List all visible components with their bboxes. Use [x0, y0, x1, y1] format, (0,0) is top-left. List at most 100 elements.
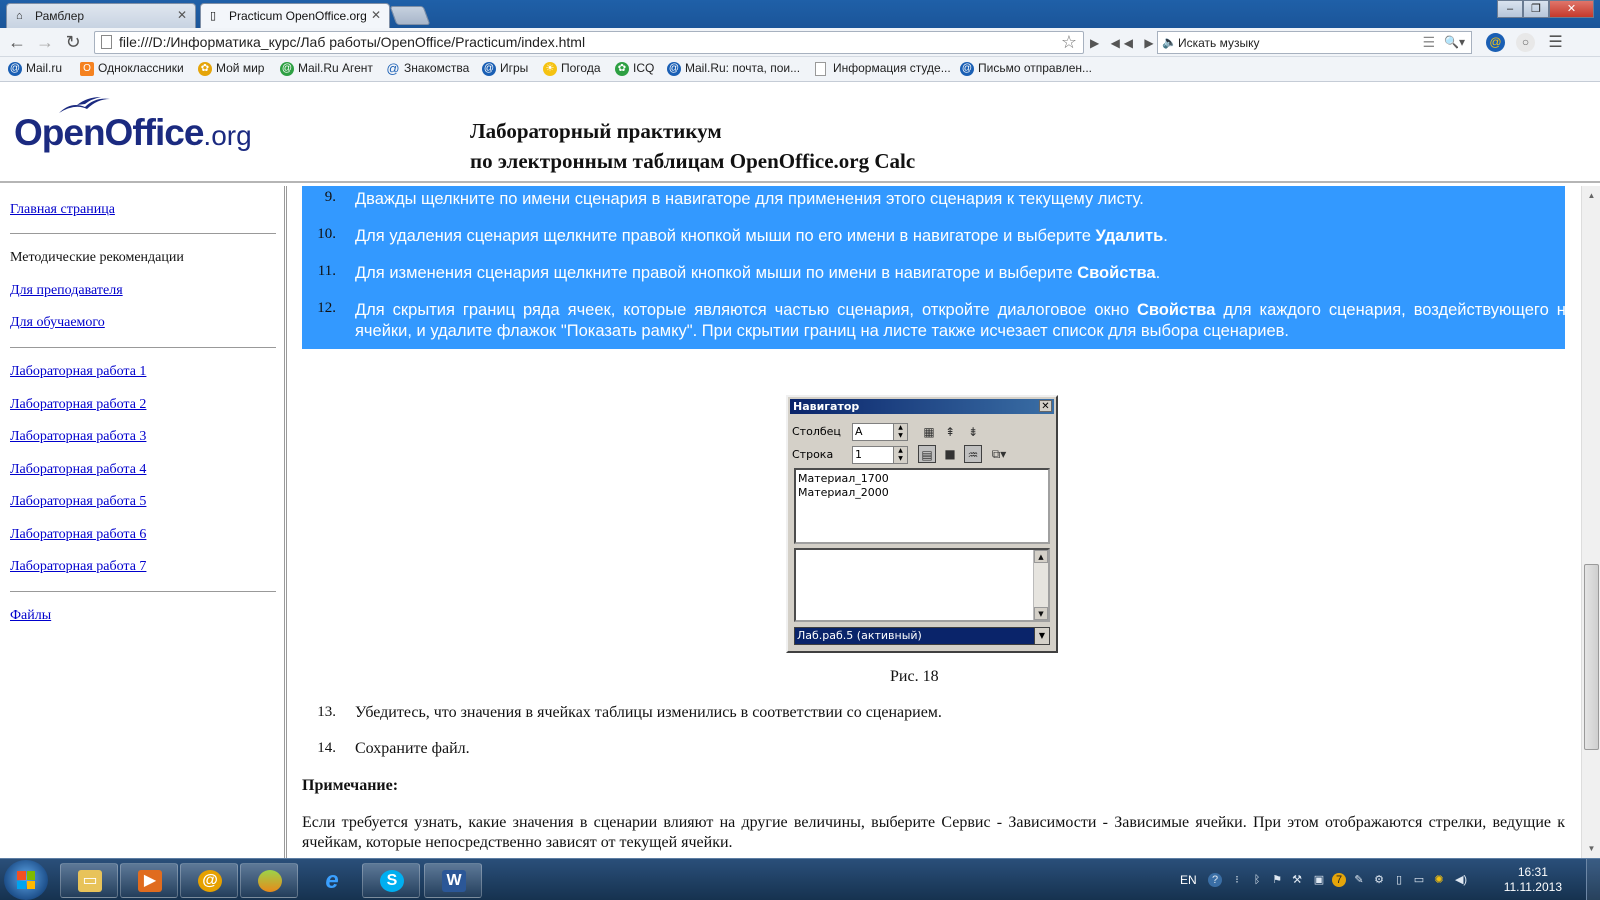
- scroll-down-icon: ▼: [1034, 607, 1048, 620]
- power-icon[interactable]: ✺: [1432, 873, 1446, 887]
- page-header: OpenOffice.org Лабораторный практикум по…: [0, 83, 1600, 183]
- sidebar-heading-methodical: Методические рекомендации: [10, 250, 184, 265]
- item-number: 11.: [317, 263, 336, 279]
- sidebar-item-lab-4[interactable]: Лабораторная работа 4: [10, 462, 146, 478]
- skype-taskbar-button[interactable]: S: [362, 863, 420, 898]
- tab-practicum[interactable]: ▯ Practicum OpenOffice.org ✕: [200, 3, 390, 28]
- row-value: 1: [855, 448, 862, 461]
- bookmark-informatsiya[interactable]: Информация студе...: [815, 61, 951, 76]
- bookmark-odnoklassniki[interactable]: О Одноклассники: [80, 61, 184, 76]
- close-icon: ✕: [1039, 400, 1052, 412]
- search-icon[interactable]: 🔍▾: [1444, 35, 1465, 49]
- explorer-taskbar-button[interactable]: ▭: [60, 863, 118, 898]
- new-tab-button[interactable]: [389, 6, 431, 25]
- games-icon: @: [482, 62, 496, 76]
- sidebar-item-student[interactable]: Для обучаемого: [10, 315, 105, 331]
- scroll-up-icon[interactable]: ▲: [1584, 188, 1599, 203]
- item-text-part: .: [1163, 227, 1168, 245]
- start-icon: ⇞: [944, 425, 956, 439]
- bookmark-pismo[interactable]: @ Письмо отправлен...: [960, 61, 1092, 76]
- end-icon: ⇟: [967, 425, 979, 439]
- bookmark-mailru[interactable]: @ Mail.ru: [8, 61, 62, 76]
- bookmark-pogoda[interactable]: ☀ Погода: [543, 61, 601, 76]
- mail-agent-taskbar-button[interactable]: @: [180, 863, 238, 898]
- sidebar-item-lab-2[interactable]: Лабораторная работа 2: [10, 397, 146, 413]
- chrome-taskbar-button[interactable]: [240, 863, 298, 898]
- bookmark-mailru-pochta[interactable]: @ Mail.Ru: почта, пои...: [667, 61, 800, 76]
- bluetooth-icon[interactable]: ᛒ: [1250, 873, 1264, 887]
- sidebar-item-teacher[interactable]: Для преподавателя: [10, 283, 123, 299]
- window-controls: – ❐ ✕: [1497, 0, 1594, 18]
- extension-icon[interactable]: ○: [1516, 33, 1535, 52]
- column-spinbox: A ▲ ▼: [852, 423, 908, 441]
- item-text-part: Для удаления сценария щелкните правой кн…: [355, 227, 1096, 245]
- at-icon: @: [386, 61, 400, 76]
- close-window-button[interactable]: ✕: [1549, 0, 1594, 18]
- scroll-down-icon[interactable]: ▼: [1584, 841, 1599, 856]
- speaker-icon: 🔈: [1162, 35, 1177, 49]
- scrollbar-thumb[interactable]: [1584, 564, 1599, 750]
- display-icon[interactable]: ▭: [1412, 873, 1426, 887]
- at-icon: @: [198, 870, 222, 892]
- show-desktop-button[interactable]: [1586, 859, 1600, 900]
- bookmark-label: ICQ: [633, 61, 655, 75]
- scenario-item: Материал_2000: [798, 486, 889, 499]
- bookmark-label: Игры: [500, 61, 529, 75]
- pen-icon[interactable]: ✎: [1352, 873, 1366, 887]
- tab-rambler[interactable]: ⌂ Рамблер ✕: [6, 3, 196, 28]
- item-text: Для изменения сценария щелкните правой к…: [355, 263, 1575, 284]
- item-text-part: Для скрытия границ ряда ячеек, которые я…: [355, 301, 1137, 319]
- update-icon[interactable]: 7: [1332, 873, 1346, 887]
- close-tab-icon[interactable]: ✕: [371, 8, 381, 22]
- tray-dots-icon[interactable]: ⁝: [1230, 873, 1244, 887]
- mail-agent-icon[interactable]: @: [1486, 33, 1505, 52]
- wrench-icon[interactable]: ☰: [1546, 33, 1565, 52]
- clock-time: 16:31: [1517, 865, 1548, 879]
- volume-icon[interactable]: ◀): [1454, 873, 1468, 887]
- language-indicator[interactable]: EN: [1180, 873, 1197, 887]
- sidebar-item-home[interactable]: Главная страница: [10, 202, 115, 218]
- forward-arrow-icon[interactable]: →: [34, 32, 56, 54]
- monitor-icon[interactable]: ▣: [1312, 873, 1326, 887]
- bookmark-igry[interactable]: @ Игры: [482, 61, 529, 76]
- back-arrow-icon[interactable]: ←: [6, 32, 28, 54]
- bookmark-mailru-agent[interactable]: @ Mail.Ru Агент: [280, 61, 373, 76]
- item-text-part: Для изменения сценария щелкните правой к…: [355, 264, 1078, 282]
- sidebar-item-lab-1[interactable]: Лабораторная работа 1: [10, 364, 146, 380]
- flag-icon[interactable]: ⚑: [1270, 873, 1284, 887]
- note-heading: Примечание:: [302, 777, 399, 794]
- page-scrollbar[interactable]: ▲ ▼: [1581, 186, 1600, 858]
- restore-button[interactable]: ❐: [1523, 0, 1549, 18]
- device-icon[interactable]: ▯: [1392, 873, 1406, 887]
- sidebar-item-lab-6[interactable]: Лабораторная работа 6: [10, 527, 146, 543]
- tray-tool-icon[interactable]: ⚙: [1372, 873, 1386, 887]
- minimize-button[interactable]: –: [1497, 0, 1523, 18]
- network-icon[interactable]: ⚒: [1290, 873, 1304, 887]
- sidebar-item-files[interactable]: Файлы: [10, 608, 51, 624]
- sidebar-item-lab-7[interactable]: Лабораторная работа 7: [10, 559, 146, 575]
- media-player-taskbar-button[interactable]: ▶: [120, 863, 178, 898]
- page-icon: ▯: [210, 10, 217, 22]
- bookmark-label: Одноклассники: [98, 61, 184, 75]
- clock[interactable]: 16:31 11.11.2013: [1504, 865, 1562, 895]
- sidebar-item-lab-5[interactable]: Лабораторная работа 5: [10, 494, 146, 510]
- start-button[interactable]: [4, 860, 48, 900]
- music-search-input[interactable]: 🔈 Искать музыку ☰ 🔍▾: [1157, 31, 1472, 54]
- help-icon[interactable]: ?: [1208, 873, 1222, 887]
- reload-icon[interactable]: ↻: [62, 32, 84, 54]
- logo-suffix: .org: [203, 120, 252, 151]
- bookmark-moy-mir[interactable]: ✿ Мой мир: [198, 61, 264, 76]
- bookmark-icq[interactable]: ✿ ICQ: [615, 61, 655, 76]
- ie-taskbar-button[interactable]: e: [302, 863, 360, 898]
- bookmark-label: Письмо отправлен...: [978, 61, 1092, 75]
- sidebar-item-lab-3[interactable]: Лабораторная работа 3: [10, 429, 146, 445]
- home-icon: ⌂: [16, 10, 23, 22]
- item-text-bold: Свойства: [1077, 264, 1156, 282]
- tab-label: Рамблер: [35, 9, 85, 23]
- word-taskbar-button[interactable]: W: [424, 863, 482, 898]
- bookmark-star-icon[interactable]: ☆: [1061, 32, 1077, 53]
- address-bar[interactable]: file:///D:/Информатика_курс/Лаб работы/O…: [94, 31, 1084, 54]
- bookmark-znakomstva[interactable]: @ Знакомства: [386, 61, 469, 76]
- close-tab-icon[interactable]: ✕: [177, 8, 187, 22]
- menu-icon[interactable]: ☰: [1422, 34, 1435, 51]
